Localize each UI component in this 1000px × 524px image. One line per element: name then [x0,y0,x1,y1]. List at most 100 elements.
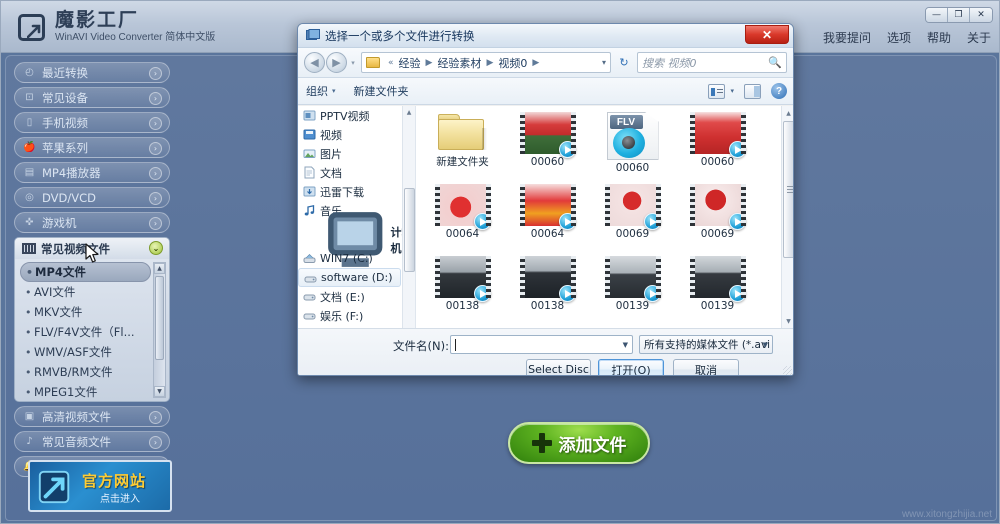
scroll-up-icon[interactable]: ▲ [403,106,415,119]
cancel-button[interactable]: 取消 [673,359,739,375]
close-button[interactable]: ✕ [970,8,992,22]
view-list-icon[interactable] [708,83,726,99]
disc-icon: ◎ [25,192,34,203]
list-item[interactable]: FLV 00060 [590,110,675,182]
sidebar-item-hd-video[interactable]: ▣ 高清视频文件 › [14,406,170,427]
filename-input[interactable]: ▼ [450,335,633,354]
maximize-button[interactable]: ❐ [948,8,970,22]
sidebar-subitem-wmv[interactable]: WMV/ASF文件 [20,342,151,362]
list-item[interactable]: 00060 [675,110,760,182]
nav-header-computer[interactable]: 计算机 [298,212,415,268]
forward-button[interactable]: ▶ [326,52,347,73]
breadcrumb-segment-3[interactable]: 视频0 [497,55,528,71]
list-item[interactable]: 00069 [590,182,675,254]
sidebar-item-recent[interactable]: ◴ 最近转换 › [14,62,170,83]
sidebar-item-game-console[interactable]: ✜ 游戏机 › [14,212,170,233]
sidebar-subitem-avi[interactable]: AVI文件 [20,282,151,302]
sidebar-item-devices[interactable]: ⊡ 常见设备 › [14,87,170,108]
sidebar-item-label: 手机视频 [42,115,88,130]
nav-item-drive-f[interactable]: 娱乐 (F:) [298,306,415,325]
history-dropdown-icon[interactable]: ▾ [347,59,359,67]
sidebar-sub-list: MP4文件 AVI文件 MKV文件 FLV/F4V文件（Fl... WMV/AS… [15,259,169,401]
sidebar-subitem-flv[interactable]: FLV/F4V文件（Fl... [20,322,151,342]
breadcrumb-dropdown-icon[interactable]: ▾ [602,58,606,67]
back-button[interactable]: ◀ [304,52,325,73]
list-item[interactable]: 00064 [505,182,590,254]
menu-item-about[interactable]: 关于 [967,29,991,46]
new-folder-button[interactable]: 新建文件夹 [354,83,409,99]
breadcrumb-segment-2[interactable]: 经验素材 [436,55,482,71]
preview-pane-icon[interactable] [744,83,761,99]
file-name: 00064 [445,228,480,240]
search-input[interactable]: 搜索 视频0 🔍 [637,52,787,73]
chevron-right-icon: › [149,92,162,105]
nav-item-pptv[interactable]: PPTV视频 [298,106,415,125]
menu-item-help[interactable]: 帮助 [927,29,951,46]
chevron-right-icon: › [149,117,162,130]
documents-icon [304,166,315,179]
breadcrumb[interactable]: « 经验 ▶ 经验素材 ▶ 视频0 ▶ ▾ [361,52,611,73]
nav-item-videos[interactable]: 视频 [298,125,415,144]
refresh-icon[interactable]: ↻ [614,52,634,73]
toolbar-right-group: ▾ ? [708,83,787,99]
select-disc-button[interactable]: Select Disc [526,359,591,375]
dialog-close-button[interactable]: ✕ [745,25,789,44]
sidebar-item-phone-video[interactable]: ▯ 手机视频 › [14,112,170,133]
organize-button[interactable]: 组织 ▾ [306,83,336,99]
official-website-banner[interactable]: 官方网站 点击进入 [28,460,172,512]
scroll-up-icon[interactable]: ▲ [154,263,165,274]
sidebar-subitem-mpeg1[interactable]: MPEG1文件 [20,382,151,401]
chevron-down-icon[interactable]: ⌄ [149,241,163,255]
list-item[interactable]: 00139 [590,254,675,326]
view-dropdown-icon[interactable]: ▾ [730,87,734,95]
list-item[interactable]: 00069 [675,182,760,254]
sidebar-item-apple[interactable]: 🍎 苹果系列 › [14,137,170,158]
nav-item-drive-e[interactable]: 文档 (E:) [298,287,415,306]
file-type-filter[interactable]: 所有支持的媒体文件 (*.avi *.as ▼ [639,335,773,354]
file-name: 00060 [615,162,650,174]
open-button[interactable]: 打开(O) [598,359,664,375]
list-item[interactable]: 00060 [505,110,590,182]
menu-item-options[interactable]: 选项 [887,29,911,46]
sidebar-sub-scrollbar[interactable]: ▲ ▼ [153,262,166,398]
minimize-button[interactable]: — [926,8,948,22]
add-files-button[interactable]: 添加文件 [508,422,650,464]
nav-item-pictures[interactable]: 图片 [298,144,415,163]
nav-pane-scrollbar[interactable]: ▲ [402,106,415,328]
video-badge-icon [728,213,746,230]
chevron-down-icon[interactable]: ▼ [763,341,768,349]
chevron-right-icon: › [149,217,162,230]
drive-icon [303,294,316,301]
scrollbar-thumb[interactable] [155,276,164,360]
scrollbar-thumb[interactable] [783,121,793,258]
list-item[interactable]: 00138 [420,254,505,326]
file-list[interactable]: 新建文件夹 00060 FLV 00060 00060 00064 00064 … [416,106,793,328]
sidebar-item-common-audio[interactable]: ♪ 常见音频文件 › [14,431,170,452]
sidebar-group-header[interactable]: 常见视频文件 ⌄ [15,238,169,259]
sidebar-subitem-mkv[interactable]: MKV文件 [20,302,151,322]
nav-item-drive-d[interactable]: software (D:) [298,268,401,287]
scroll-down-icon[interactable]: ▼ [782,314,793,328]
sidebar-item-mp4-player[interactable]: ▤ MP4播放器 › [14,162,170,183]
list-item[interactable]: 新建文件夹 [420,110,505,182]
menu-item-ask[interactable]: 我要提问 [823,29,871,46]
scroll-up-icon[interactable]: ▲ [782,106,793,120]
nav-item-documents[interactable]: 文档 [298,163,415,182]
window-controls: — ❐ ✕ [925,7,993,23]
scroll-down-icon[interactable]: ▼ [154,386,165,397]
list-item[interactable]: 00138 [505,254,590,326]
list-item[interactable]: 00139 [675,254,760,326]
chevron-down-icon[interactable]: ▼ [623,341,628,349]
resize-grip-icon[interactable] [783,366,792,375]
help-icon[interactable]: ? [771,83,787,99]
file-list-scrollbar[interactable]: ▲ ▼ [781,106,793,328]
sidebar-group-label: 常见视频文件 [41,241,110,256]
sidebar-subitem-rmvb[interactable]: RMVB/RM文件 [20,362,151,382]
sidebar-subitem-mp4[interactable]: MP4文件 [20,262,151,282]
nav-item-thunder-download[interactable]: 迅雷下载 [298,182,415,201]
nav-item-drive-c[interactable]: WIN7 (C:) [298,249,415,268]
breadcrumb-segment-1[interactable]: 经验 [398,55,422,71]
scrollbar-thumb[interactable] [404,188,415,272]
list-item[interactable]: 00064 [420,182,505,254]
sidebar-item-dvd-vcd[interactable]: ◎ DVD/VCD › [14,187,170,208]
